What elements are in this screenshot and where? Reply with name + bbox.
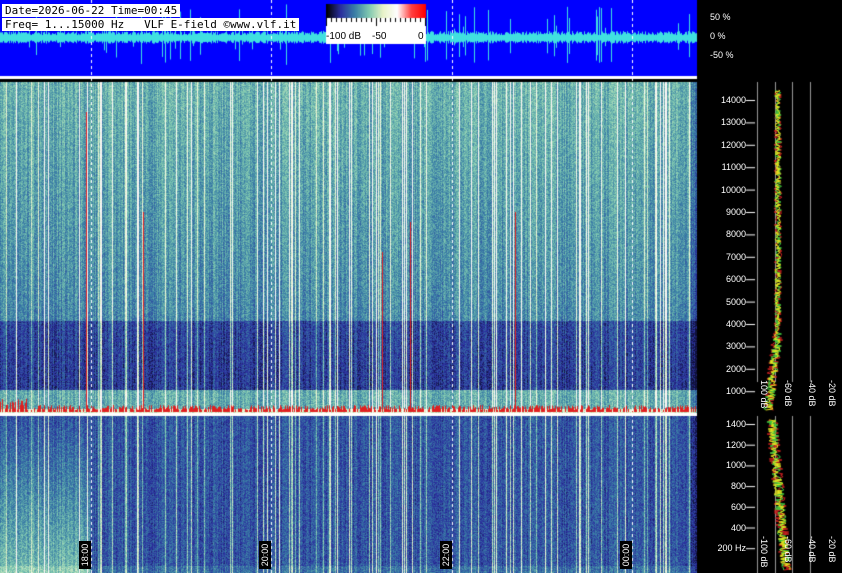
upper-freq-tick-label: 9000 (725, 207, 746, 217)
waveform-label-50: 50 % (710, 12, 731, 22)
lower-db-tick-label: -20 dB (827, 536, 842, 563)
lower-freq-tick-label: 800 (730, 481, 746, 492)
upper-db-tick-label-text: -40 dB (807, 380, 817, 407)
colorbar-label-min: -100 dB (326, 31, 362, 42)
upper-db-tick-label-text: -60 dB (783, 380, 793, 407)
upper-freq-tick-label: 8000 (725, 229, 746, 240)
colorbar-label-mid: -50 (372, 31, 387, 42)
upper-freq-tick-label: 11000 (721, 162, 746, 173)
time-tick-label: 00:00 (620, 541, 632, 569)
lower-freq-tick-label: 1200 (725, 439, 746, 450)
time-tick-label-text: 00:00 (621, 543, 631, 567)
lower-freq-tick-label: 1000 (725, 460, 746, 471)
lower-freq-tick-label: 600 (730, 501, 746, 512)
time-tick-label: 20:00 (259, 541, 271, 569)
upper-freq-tick-label: 7000 (725, 251, 746, 262)
upper-freq-tick-label: 4000 (725, 319, 746, 329)
upper-freq-tick-label: 13000 (720, 117, 746, 128)
lower-db-tick-label-text: -100 dB (759, 536, 769, 568)
upper-freq-tick-label: 5000 (725, 296, 746, 307)
lower-db-tick-label-text: -60 dB (783, 536, 793, 563)
time-tick-label-text: 18:00 (80, 543, 90, 567)
colorbar-label-max: 0 (418, 31, 424, 42)
lower-db-tick-label-text: -20 dB (827, 536, 837, 563)
lower-freq-tick-label: 1400 (725, 419, 746, 429)
freq-range-label: Freq= 1...15000 Hz VLF E-field ©www.vlf.… (2, 18, 300, 31)
upper-freq-tick-label: 3000 (725, 341, 746, 352)
waveform-label-0: 0 % (710, 31, 726, 41)
lower-freq-tick-label: 400 (730, 522, 746, 533)
upper-db-tick-label: -20 dB (827, 380, 842, 407)
lower-db-tick-label-text: -40 dB (807, 536, 817, 563)
upper-db-tick-label-text: 100 dB (759, 380, 769, 409)
upper-freq-tick-label: 2000 (725, 363, 746, 374)
time-tick-label: 18:00 (79, 541, 91, 569)
upper-freq-tick-label: 14000 (720, 95, 746, 105)
upper-freq-tick-label: 12000 (720, 139, 746, 150)
time-tick-label-text: 22:00 (441, 543, 451, 567)
time-tick-label-text: 20:00 (260, 543, 270, 567)
lower-freq-tick-label: 200 Hz (717, 543, 746, 554)
date-time-label: Date=2026-06-22 Time=00:45 (2, 4, 181, 17)
waveform-label-neg50: -50 % (710, 50, 734, 60)
upper-freq-tick-label: 6000 (725, 274, 746, 285)
upper-freq-tick-label: 1000 (725, 386, 746, 397)
upper-db-tick-label-text: -20 dB (827, 380, 837, 407)
time-tick-label: 22:00 (440, 541, 452, 569)
upper-freq-tick-label: 10000 (720, 184, 746, 195)
